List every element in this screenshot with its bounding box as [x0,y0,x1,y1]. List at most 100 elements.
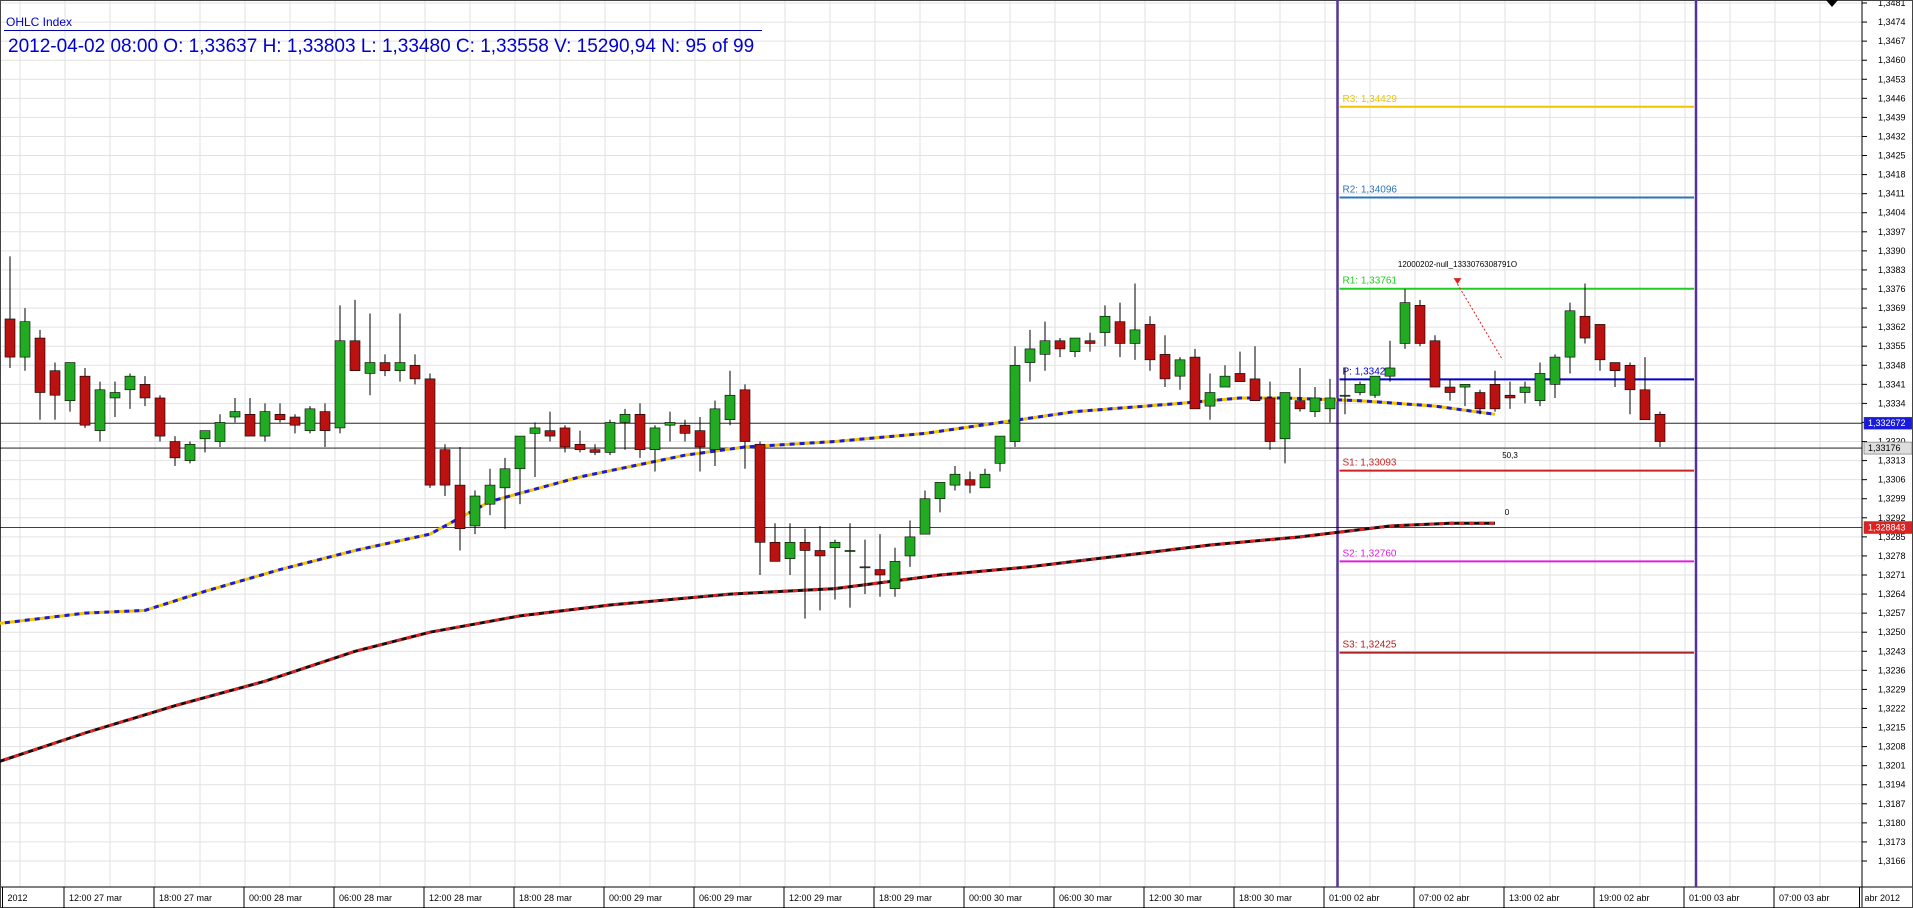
candle-body [109,392,121,399]
candle [424,373,436,488]
y-tick-label: 1,3467 [1878,36,1906,46]
candle-body [214,422,226,442]
candle-body [1609,362,1621,372]
candle [304,406,316,434]
y-tick-label: 1,3425 [1878,151,1906,161]
x-tick-label: 00:00 30 mar [969,893,1022,903]
candle-body [1249,378,1261,401]
candle-body [64,362,76,401]
price-marker-label: 1,332672 [1868,418,1906,428]
x-tick-label: 19:00 02 abr [1599,893,1650,903]
y-tick-label: 1,3313 [1878,456,1906,466]
candle-body [184,443,196,461]
candle-body [1489,384,1501,410]
y-tick-label: 1,3341 [1878,379,1906,389]
y-tick-label: 1,3299 [1878,494,1906,504]
candle-body [634,413,646,451]
dropdown-arrow-icon[interactable] [1826,0,1838,7]
candle-body [544,430,556,437]
candle-body [799,542,811,551]
candle-body [169,441,181,459]
candle-body [1549,356,1561,385]
candle-body [919,498,931,535]
y-tick-label: 1,3236 [1878,665,1906,675]
candle-body [274,413,286,421]
x-tick-label: 18:00 28 mar [519,893,572,903]
candle-body [304,408,316,431]
candle-body [244,413,256,437]
x-tick-label: abr 2012 [1865,893,1901,903]
candle-body [739,389,751,442]
candle-body [1594,324,1606,361]
y-tick-label: 1,3208 [1878,742,1906,752]
y-tick-label: 1,3439 [1878,112,1906,122]
pivot-label: R3: 1,34429 [1343,94,1398,105]
candle-body [349,340,361,372]
candle-body [409,364,421,380]
candle-body [1579,315,1591,339]
y-tick-label: 1,3418 [1878,170,1906,180]
candle-body [1039,340,1051,355]
candle-body [199,430,211,440]
candle-body [874,569,886,576]
pivot-label: S2: 1,32760 [1343,548,1397,559]
y-tick-label: 1,3180 [1878,818,1906,828]
x-tick-label: 00:00 28 mar [249,893,302,903]
x-tick-label: 01:00 02 abr [1329,893,1380,903]
y-tick-label: 1,3229 [1878,684,1906,694]
y-tick-label: 1,3194 [1878,780,1906,790]
candle [154,395,166,442]
candle-body [1504,394,1516,399]
candle-body [1129,329,1141,344]
candle-body [559,427,571,448]
candle-body [49,370,61,396]
candle-body [769,542,781,562]
chart-annotation: 0 [1505,508,1510,517]
y-tick-label: 1,3453 [1878,74,1906,84]
chart-annotation: 50,3 [1502,451,1518,460]
ohlc-chart[interactable]: 1,3166 1,3173 1,3180 1,3187 1,3194 1,3201 1,32… [0,0,1913,908]
candle-body [1084,340,1096,344]
x-tick-label: 00:00 29 mar [609,893,662,903]
candle-body [1309,397,1321,412]
y-tick-label: 1,3348 [1878,360,1906,370]
candle-body [1099,315,1111,333]
candle-body [1159,354,1171,380]
candle-body [1054,340,1066,350]
x-tick-label: 12:00 29 mar [789,893,842,903]
candle-body [1639,389,1651,421]
candle-body [1069,337,1081,352]
x-tick-label: 12:00 28 mar [429,893,482,903]
candle-body [1009,364,1021,442]
x-tick-label: 13:00 02 abr [1509,893,1560,903]
y-tick-label: 1,3411 [1878,189,1905,199]
candle [1369,375,1381,398]
x-tick-label: 07:00 03 abr [1779,893,1830,903]
y-tick-label: 1,3383 [1878,265,1906,275]
chart-annotation: 12000202-null_1333076308791O [1398,260,1517,269]
x-tick-label: 06:00 29 mar [699,893,752,903]
candle-body [694,430,706,448]
candle-body [1114,321,1126,344]
candle-body [724,394,736,421]
candle-body [829,542,841,549]
candle-body [1624,364,1636,391]
y-tick-label: 1,3271 [1878,570,1906,580]
candle [1654,411,1666,447]
x-tick-label: 12:00 27 mar [69,893,122,903]
candle-body [1534,373,1546,401]
y-tick-label: 1,3404 [1878,208,1906,218]
candle-body [1324,397,1336,410]
y-tick-label: 1,3264 [1878,589,1906,599]
y-tick-label: 1,3481 [1878,0,1906,8]
candle-body [484,484,496,505]
candle-body [229,411,241,418]
y-tick-label: 1,3243 [1878,646,1906,656]
candle-body [1474,392,1486,410]
candle-body [529,427,541,434]
y-tick-label: 1,3334 [1878,398,1906,408]
candle-body [1144,324,1156,361]
candle [604,419,616,456]
candle-body [709,408,721,451]
y-tick-label: 1,3460 [1878,55,1906,65]
